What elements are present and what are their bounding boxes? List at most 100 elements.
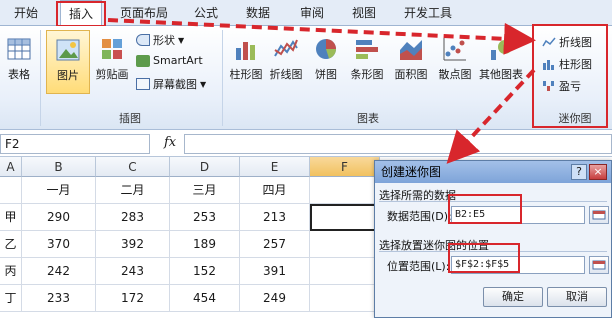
- area-chart-button[interactable]: 面积图: [390, 36, 432, 82]
- picture-label: 图片: [57, 69, 79, 82]
- help-button[interactable]: ?: [571, 164, 587, 180]
- range-picker-icon[interactable]: [589, 206, 609, 224]
- ok-button[interactable]: 确定: [483, 287, 543, 307]
- cell[interactable]: 四月: [240, 177, 310, 204]
- column-header-b[interactable]: B: [22, 157, 96, 177]
- bar-chart-icon: [356, 40, 378, 59]
- cell[interactable]: [310, 285, 380, 312]
- column-header-c[interactable]: C: [96, 157, 170, 177]
- pie-chart-button[interactable]: 饼图: [308, 36, 344, 82]
- smartart-button[interactable]: SmartArt: [136, 54, 203, 67]
- column-header-d[interactable]: D: [170, 157, 240, 177]
- cell[interactable]: 152: [170, 258, 240, 285]
- fx-icon[interactable]: fx: [164, 135, 176, 150]
- table-label: 表格: [8, 68, 30, 81]
- cell[interactable]: 乙: [0, 231, 22, 258]
- cell[interactable]: 丙: [0, 258, 22, 285]
- selected-cell-f2[interactable]: [310, 204, 380, 231]
- cell[interactable]: 290: [22, 204, 96, 231]
- column-header-e[interactable]: E: [240, 157, 310, 177]
- shapes-label: 形状: [153, 34, 175, 47]
- other-charts-icon: [491, 40, 512, 60]
- data-range-label: 数据范围(D):: [387, 210, 452, 223]
- cell[interactable]: 249: [240, 285, 310, 312]
- other-charts-label: 其他图表: [479, 68, 523, 81]
- tab-formulas[interactable]: 公式: [184, 0, 228, 26]
- clipart-icon: [102, 39, 122, 59]
- column-chart-icon: [236, 42, 255, 60]
- cell[interactable]: 三月: [170, 177, 240, 204]
- name-box[interactable]: F2: [0, 134, 150, 154]
- tab-view[interactable]: 视图: [342, 0, 386, 26]
- bar-chart-button[interactable]: 条形图: [346, 36, 388, 82]
- tab-review[interactable]: 审阅: [290, 0, 334, 26]
- cell[interactable]: 233: [22, 285, 96, 312]
- illustrations-group-label: 插图: [119, 112, 141, 125]
- cell[interactable]: [310, 258, 380, 285]
- scatter-chart-icon: [443, 38, 466, 61]
- scatter-chart-label: 散点图: [438, 68, 472, 81]
- smartart-label: SmartArt: [153, 54, 203, 67]
- screenshot-label: 屏幕截图: [153, 78, 197, 91]
- cell[interactable]: 一月: [22, 177, 96, 204]
- smartart-icon: [136, 54, 150, 67]
- table-icon: [7, 38, 31, 60]
- charts-group-label: 图表: [357, 112, 379, 125]
- tab-data[interactable]: 数据: [236, 0, 280, 26]
- area-chart-label: 面积图: [394, 68, 428, 81]
- shapes-icon: [136, 34, 150, 46]
- column-header-f[interactable]: F: [310, 157, 380, 177]
- scatter-chart-button[interactable]: 散点图: [434, 36, 476, 82]
- tab-page-layout[interactable]: 页面布局: [112, 0, 176, 26]
- cell[interactable]: [0, 177, 22, 204]
- clipart-button[interactable]: 剪贴画: [90, 36, 134, 82]
- insert-tab-highlight: [56, 1, 106, 27]
- clipart-label: 剪贴画: [95, 68, 129, 81]
- location-range-label: 位置范围(L):: [387, 260, 450, 273]
- column-chart-label: 柱形图: [229, 68, 263, 81]
- range-picker-icon[interactable]: [589, 256, 609, 274]
- picture-button[interactable]: 图片: [46, 30, 90, 94]
- picture-icon: [56, 39, 80, 61]
- bar-chart-label: 条形图: [350, 68, 384, 81]
- column-header-a[interactable]: A: [0, 157, 22, 177]
- screenshot-icon: [136, 78, 150, 90]
- other-charts-button[interactable]: 其他图表: [478, 36, 524, 82]
- cell[interactable]: 甲: [0, 204, 22, 231]
- close-button[interactable]: ×: [589, 164, 607, 180]
- column-chart-button[interactable]: 柱形图: [226, 36, 266, 82]
- chevron-down-icon: ▼: [178, 35, 185, 45]
- line-chart-button[interactable]: 折线图: [266, 36, 306, 82]
- cell[interactable]: 370: [22, 231, 96, 258]
- ribbon: 表格 图片 剪贴画 形状 ▼ SmartArt 屏幕截图 ▼ 插图 柱形图 折线…: [0, 26, 612, 130]
- tab-home[interactable]: 开始: [4, 0, 48, 26]
- tab-developer[interactable]: 开发工具: [396, 0, 460, 26]
- cell[interactable]: 391: [240, 258, 310, 285]
- cell[interactable]: 242: [22, 258, 96, 285]
- cell[interactable]: 454: [170, 285, 240, 312]
- screenshot-button[interactable]: 屏幕截图 ▼: [136, 76, 206, 92]
- table-button[interactable]: 表格: [2, 36, 36, 82]
- shapes-button[interactable]: 形状 ▼: [136, 32, 184, 48]
- pie-chart-label: 饼图: [315, 68, 337, 81]
- cell[interactable]: 丁: [0, 285, 22, 312]
- cell[interactable]: 二月: [96, 177, 170, 204]
- cell[interactable]: 257: [240, 231, 310, 258]
- cell[interactable]: 172: [96, 285, 170, 312]
- cell[interactable]: [310, 231, 380, 258]
- cell[interactable]: 243: [96, 258, 170, 285]
- create-sparklines-dialog: 创建迷你图 ? × 选择所需的数据 数据范围(D): B2:E5 选择放置迷你图…: [374, 160, 612, 318]
- cell[interactable]: [310, 177, 380, 204]
- formula-bar: F2 fx: [0, 131, 612, 157]
- cancel-button[interactable]: 取消: [547, 287, 607, 307]
- cell[interactable]: 253: [170, 204, 240, 231]
- data-range-highlight: [448, 194, 522, 224]
- formula-input[interactable]: [184, 134, 612, 154]
- cell[interactable]: 392: [96, 231, 170, 258]
- group-separator: [222, 30, 223, 126]
- cell[interactable]: 213: [240, 204, 310, 231]
- sparklines-group-highlight: [532, 24, 608, 128]
- line-chart-label: 折线图: [269, 68, 303, 81]
- cell[interactable]: 189: [170, 231, 240, 258]
- cell[interactable]: 283: [96, 204, 170, 231]
